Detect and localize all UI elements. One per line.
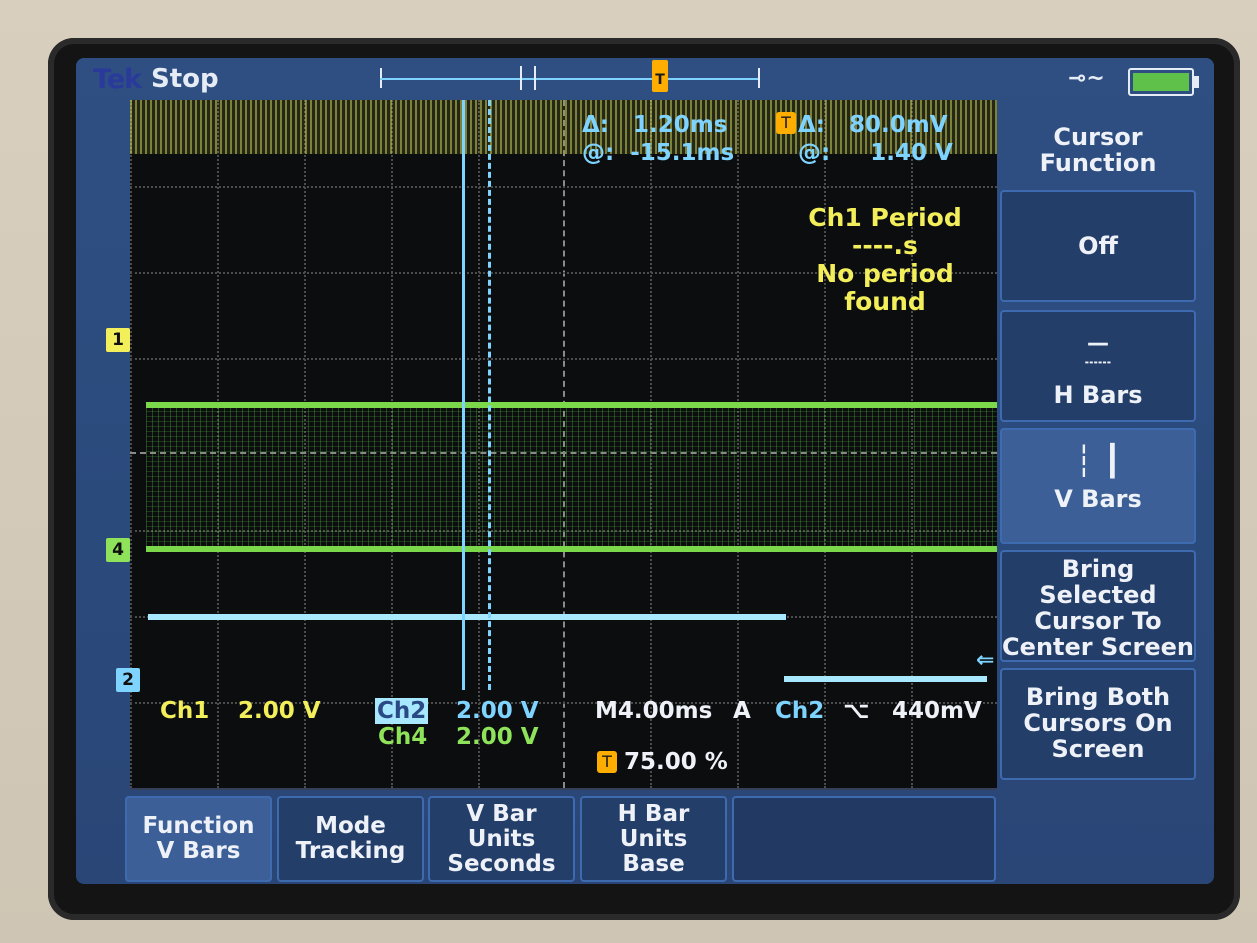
side-menu-title: Cursor Function <box>1039 123 1157 177</box>
trigger-position: 75.00 % <box>624 749 728 775</box>
ch4-trace-noise <box>146 406 997 552</box>
bring-selected-cursor-button[interactable]: Bring Selected Cursor To Center Screen <box>1000 550 1196 662</box>
timebase: M4.00ms <box>595 698 713 724</box>
cursor-at-time: @: -15.1ms <box>582 140 735 166</box>
cursor-delta-volt: Δ: 80.0mV <box>798 112 948 138</box>
h-bars-button[interactable]: — ┄┄ H Bars <box>1000 310 1196 422</box>
vertical-cursor-b[interactable] <box>488 100 491 690</box>
ch2-trace-high <box>148 614 786 620</box>
v-bars-button[interactable]: ┆ ┃ V Bars <box>1000 428 1196 544</box>
measurement-title: Ch1 Period <box>808 203 962 232</box>
falling-edge-icon: ⌥ <box>843 698 870 724</box>
h-bar-units-button[interactable]: H Bar Units Base <box>580 796 727 882</box>
trigger-icon: T <box>597 751 617 773</box>
run-state: Stop <box>151 64 219 94</box>
measurement-status-2: found <box>844 287 926 316</box>
trigger-position-icon: T <box>652 60 668 92</box>
trace-upper-green <box>146 402 997 408</box>
function-button[interactable]: Function V Bars <box>125 796 272 882</box>
ch2-scale: 2.00 V <box>456 698 539 724</box>
cursor-off-button[interactable]: Off <box>1000 190 1196 302</box>
battery-icon <box>1128 68 1199 96</box>
h-bars-icon: — ┄┄ <box>1084 331 1112 376</box>
ch1-ground-marker[interactable]: 1 <box>106 328 130 352</box>
trigger-mode: A <box>733 698 751 724</box>
trigger-level-arrow-icon: ⇐ <box>976 648 995 673</box>
v-bar-units-button[interactable]: V Bar Units Seconds <box>428 796 575 882</box>
ch2-ground-marker[interactable]: 2 <box>116 668 140 692</box>
trigger-icon: T <box>776 112 796 134</box>
bring-both-cursors-button[interactable]: Bring Both Cursors On Screen <box>1000 668 1196 780</box>
record-bar-marker <box>534 66 536 90</box>
mode-button[interactable]: Mode Tracking <box>277 796 424 882</box>
ac-power-icon: ⊸~ <box>1068 66 1105 91</box>
ch2-trace-low <box>784 676 987 682</box>
record-bar-marker <box>520 66 522 90</box>
measurement-readout: Ch1 Period ----.s No period found <box>790 204 980 316</box>
ch4-ground-marker[interactable]: 4 <box>106 538 130 562</box>
cursor-at-volt: @: 1.40 V <box>798 140 953 166</box>
trigger-source: Ch2 <box>775 698 825 724</box>
cursor-delta-time: Δ: 1.20ms <box>582 112 728 138</box>
vertical-cursor-a[interactable] <box>462 100 465 690</box>
measurement-value: ----.s <box>852 231 918 260</box>
ch2-label: Ch2 <box>375 698 429 724</box>
empty-menu-slot <box>732 796 996 882</box>
ch4-trace <box>146 546 997 552</box>
ch4-label: Ch4 <box>378 724 428 750</box>
ch4-scale: 2.00 V <box>456 724 539 750</box>
brand-logo: Tek <box>93 64 142 95</box>
measurement-status: No period <box>816 259 954 288</box>
ch1-scale: 2.00 V <box>238 698 321 724</box>
ch1-label: Ch1 <box>160 698 210 724</box>
record-bar-window <box>380 78 758 80</box>
trigger-level: 440mV <box>892 698 982 724</box>
v-bars-icon: ┆ ┃ <box>1074 444 1122 479</box>
